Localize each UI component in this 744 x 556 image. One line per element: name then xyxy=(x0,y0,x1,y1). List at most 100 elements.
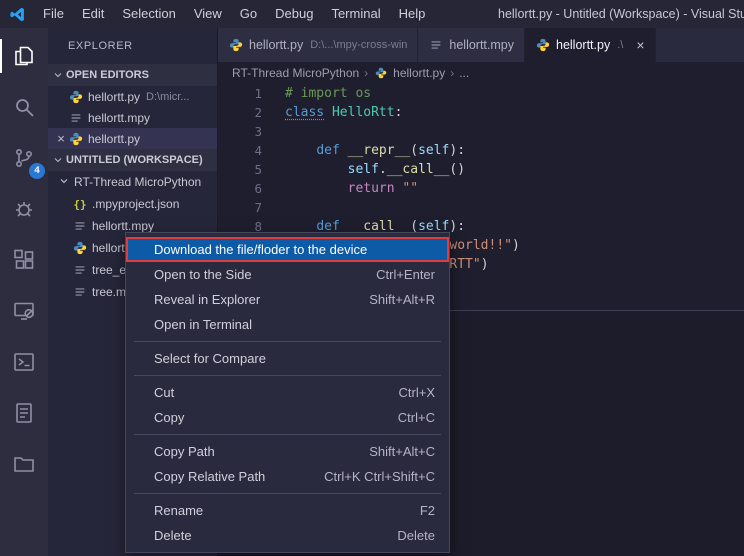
output-activity-button[interactable] xyxy=(0,390,48,436)
menu-help[interactable]: Help xyxy=(390,0,435,28)
code-token: "" xyxy=(402,181,418,196)
tab-label: hellortt.py xyxy=(249,38,303,52)
context-menu-item-open-in-terminal[interactable]: Open in Terminal xyxy=(126,312,449,337)
file-label: hellortt.mpy xyxy=(88,111,150,125)
context-menu-item-select-for-compare[interactable]: Select for Compare xyxy=(126,346,449,371)
code-token: # import os xyxy=(285,86,371,101)
folder-icon xyxy=(12,452,36,476)
sidebar-title: EXPLORER xyxy=(48,28,217,64)
close-tab-icon[interactable]: × xyxy=(636,38,644,52)
vscode-window: FileEditSelectionViewGoDebugTerminalHelp… xyxy=(0,0,744,556)
python-file-icon xyxy=(68,132,84,146)
menu-edit[interactable]: Edit xyxy=(73,0,113,28)
tab-hellortt-py[interactable]: hellortt.py.\× xyxy=(525,28,656,62)
menu-item-shortcut: Delete xyxy=(397,528,435,543)
python-file-icon xyxy=(72,241,88,255)
file-label: hellortt.mpy xyxy=(92,219,154,233)
python-file-icon xyxy=(373,67,389,79)
folder-activity-button[interactable] xyxy=(0,441,48,487)
file-label: .mpyproject.json xyxy=(92,197,179,211)
tab-bar: hellortt.pyD:\...\mpy-cross-winhellortt.… xyxy=(218,28,744,62)
menu-item-label: Select for Compare xyxy=(154,351,266,366)
file-label: hellortt.py xyxy=(88,132,140,146)
extensions-activity-button[interactable] xyxy=(0,237,48,283)
menu-item-shortcut: Ctrl+Enter xyxy=(376,267,435,282)
context-menu-item-copy[interactable]: CopyCtrl+C xyxy=(126,405,449,430)
code-token: ): xyxy=(449,143,465,158)
menu-separator xyxy=(134,375,441,376)
menu-go[interactable]: Go xyxy=(231,0,266,28)
open-editor-item-hellortt-py[interactable]: × hellortt.py xyxy=(48,128,217,149)
tab-label: hellortt.py xyxy=(556,38,610,52)
scm-badge: 4 xyxy=(29,163,45,179)
open-editor-item-hellortt-py[interactable]: hellortt.pyD:\micr... xyxy=(48,86,217,107)
menu-terminal[interactable]: Terminal xyxy=(322,0,389,28)
tab-hellortt-mpy[interactable]: hellortt.mpy xyxy=(418,28,525,62)
vscode-logo-icon xyxy=(9,6,26,23)
tree-item-rt-thread-micropython[interactable]: RT-Thread MicroPython xyxy=(48,171,217,193)
line-number: 3 xyxy=(218,122,262,141)
chevron-right-icon: › xyxy=(364,66,368,80)
open-editors-list: hellortt.pyD:\micr... hellortt.mpy × hellor… xyxy=(48,86,217,149)
title-bar: FileEditSelectionViewGoDebugTerminalHelp… xyxy=(0,0,744,28)
context-menu-item-copy-relative-path[interactable]: Copy Relative PathCtrl+K Ctrl+Shift+C xyxy=(126,464,449,489)
context-menu: Download the file/floder to the deviceOp… xyxy=(125,232,450,553)
menu-item-shortcut: Shift+Alt+R xyxy=(369,292,435,307)
line-number: 4 xyxy=(218,141,262,160)
output-icon xyxy=(12,401,36,425)
code-text: # import os xyxy=(285,84,371,103)
code-token: __repr__ xyxy=(348,143,411,158)
context-menu-item-rename[interactable]: RenameF2 xyxy=(126,498,449,523)
code-token xyxy=(285,162,348,177)
breadcrumb-item-[interactable]: ... xyxy=(459,66,469,80)
menu-file[interactable]: File xyxy=(34,0,73,28)
menu-selection[interactable]: Selection xyxy=(113,0,184,28)
open-editors-header[interactable]: OPEN EDITORS xyxy=(48,64,217,86)
context-menu-item-download-the-file-floder-to-the-device[interactable]: Download the file/floder to the device xyxy=(126,237,449,262)
open-editor-item-hellortt-mpy[interactable]: hellortt.mpy xyxy=(48,107,217,128)
line-number: 7 xyxy=(218,198,262,217)
code-line: 2class HelloRtt: xyxy=(218,103,744,122)
list-file-icon xyxy=(68,111,84,125)
context-menu-item-open-to-the-side[interactable]: Open to the SideCtrl+Enter xyxy=(126,262,449,287)
close-editor-icon[interactable]: × xyxy=(54,131,68,146)
line-number: 1 xyxy=(218,84,262,103)
breadcrumb-label: hellortt.py xyxy=(393,66,445,80)
tab-hellortt-py[interactable]: hellortt.pyD:\...\mpy-cross-win xyxy=(218,28,418,62)
terminal-activity-button[interactable] xyxy=(0,339,48,385)
source-control-activity-button[interactable]: 4 xyxy=(0,135,48,181)
code-token: : xyxy=(395,105,403,120)
code-token: HelloRtt xyxy=(332,105,395,120)
debug-activity-button[interactable] xyxy=(0,186,48,232)
code-line: 7 xyxy=(218,198,744,217)
code-token xyxy=(285,181,348,196)
chevron-down-icon xyxy=(58,175,70,190)
list-file-icon xyxy=(72,219,88,233)
explorer-activity-button[interactable] xyxy=(0,33,48,79)
context-menu-item-copy-path[interactable]: Copy PathShift+Alt+C xyxy=(126,439,449,464)
code-line: 4 def __repr__(self): xyxy=(218,141,744,160)
device-activity-button[interactable] xyxy=(0,288,48,334)
menu-item-label: Reveal in Explorer xyxy=(154,292,260,307)
code-line: 5 self.__call__() xyxy=(218,160,744,179)
code-token: return xyxy=(348,181,395,196)
context-menu-item-cut[interactable]: CutCtrl+X xyxy=(126,380,449,405)
menu-item-shortcut: Ctrl+C xyxy=(398,410,435,425)
context-menu-item-reveal-in-explorer[interactable]: Reveal in Explorer Shift+Alt+R xyxy=(126,287,449,312)
workspace-header[interactable]: UNTITLED (WORKSPACE) xyxy=(48,149,217,171)
line-number: 2 xyxy=(218,103,262,122)
menu-view[interactable]: View xyxy=(185,0,231,28)
window-title: hellortt.py - Untitled (Workspace) - Vis… xyxy=(498,0,744,28)
menu-debug[interactable]: Debug xyxy=(266,0,322,28)
menu-item-label: Delete xyxy=(154,528,192,543)
chevron-right-icon: › xyxy=(450,66,454,80)
file-label: hellortt.py xyxy=(88,90,140,104)
tree-item-mpyproject-json[interactable]: {}.mpyproject.json xyxy=(48,193,217,215)
breadcrumb-item-hellortt-py[interactable]: hellortt.py xyxy=(373,66,445,80)
search-activity-button[interactable] xyxy=(0,84,48,130)
context-menu-item-delete[interactable]: Delete Delete xyxy=(126,523,449,548)
code-token: . xyxy=(379,162,387,177)
menu-item-shortcut: Ctrl+X xyxy=(399,385,435,400)
list-file-icon xyxy=(72,263,88,277)
breadcrumb-item-rt-thread-micropython[interactable]: RT-Thread MicroPython xyxy=(232,66,359,80)
